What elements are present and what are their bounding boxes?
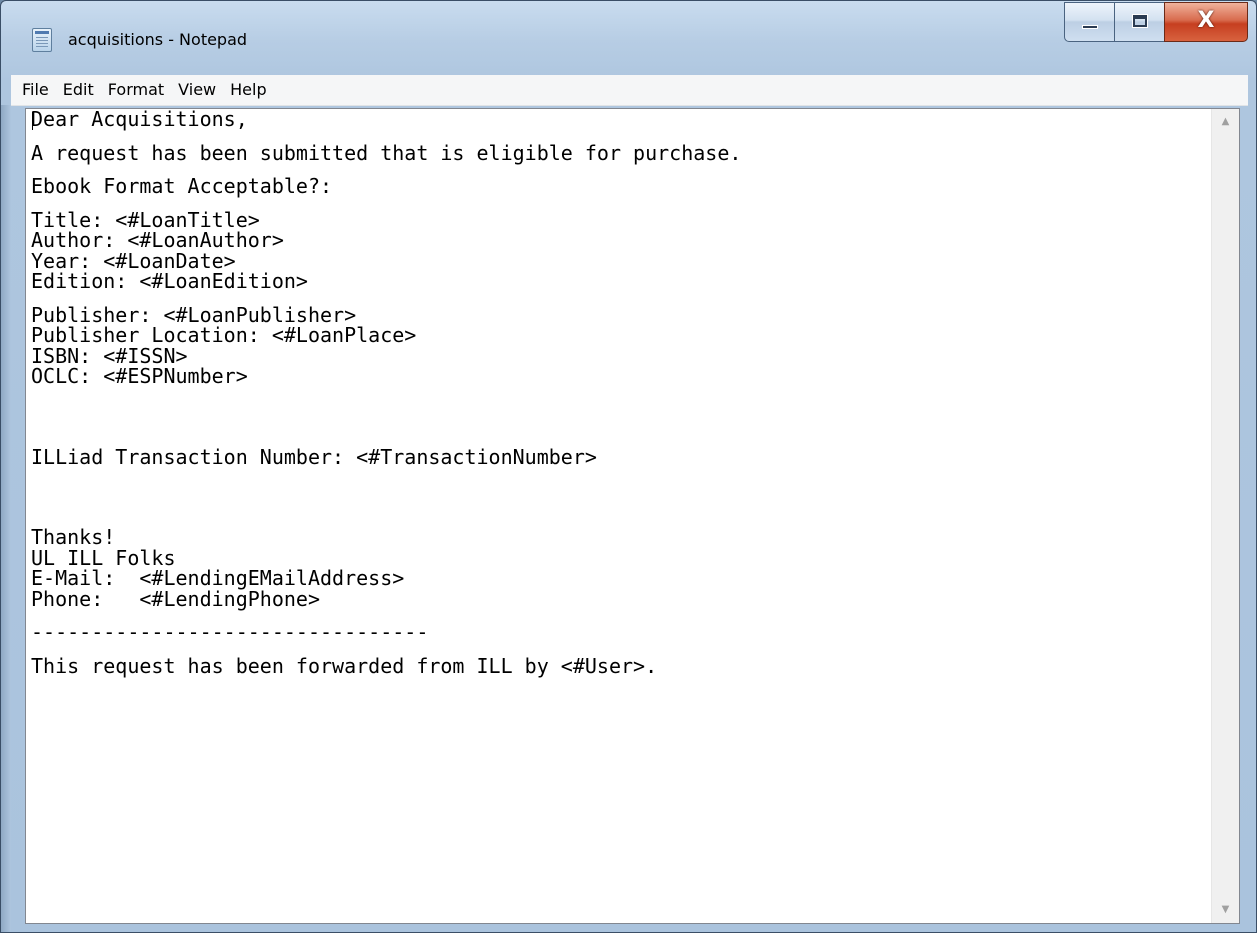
close-button[interactable]: X — [1164, 2, 1248, 42]
maximize-button[interactable] — [1114, 2, 1164, 42]
title-bar[interactable]: acquisitions - Notepad X — [1, 1, 1256, 75]
menu-file[interactable]: File — [15, 76, 56, 104]
text-line: Author: <#LoanAuthor> — [31, 228, 284, 252]
text-line: Publisher: <#LoanPublisher> — [31, 302, 357, 327]
menu-format[interactable]: Format — [101, 76, 171, 104]
menu-view[interactable]: View — [171, 76, 223, 104]
scroll-up-icon[interactable]: ▲ — [1212, 109, 1239, 135]
text-line — [31, 387, 1211, 417]
notepad-icon[interactable] — [32, 28, 52, 52]
menu-edit[interactable]: Edit — [56, 76, 101, 104]
text-line: OCLC: <#ESPNumber> — [31, 364, 248, 388]
text-line — [31, 497, 1211, 527]
minimize-button[interactable] — [1064, 2, 1114, 42]
text-line: UL ILL Folks — [31, 545, 176, 570]
text-line: Ebook Format Acceptable?: — [31, 174, 333, 198]
text-line: Phone: <#LendingPhone> — [31, 586, 320, 611]
text-line: ISBN: <#ISSN> — [31, 343, 188, 368]
window-frame-edge — [1, 105, 11, 932]
text-line — [31, 417, 1211, 447]
vertical-scrollbar[interactable]: ▲ ▼ — [1211, 109, 1239, 923]
text-caret — [32, 112, 33, 130]
text-line: Title: <#LoanTitle> — [31, 207, 260, 232]
scroll-down-icon[interactable]: ▼ — [1212, 897, 1239, 923]
close-icon: X — [1197, 8, 1215, 33]
text-line — [31, 467, 1211, 497]
text-line: Thanks! — [31, 525, 116, 549]
text-line: Year: <#LoanDate> — [31, 248, 236, 273]
caption-buttons: X — [1064, 2, 1248, 42]
text-line: This request has been forwarded from ILL… — [31, 653, 658, 678]
text-editor[interactable]: Dear Acquisitions, A request has been sub… — [25, 108, 1240, 924]
text-line: E-Mail: <#LendingEMailAddress> — [31, 566, 405, 590]
text-line: Publisher Location: <#LoanPlace> — [31, 323, 417, 347]
menu-help[interactable]: Help — [223, 76, 273, 104]
text-line: Edition: <#LoanEdition> — [31, 269, 308, 293]
minimize-icon — [1082, 25, 1098, 29]
text-line: A request has been submitted that is eli… — [31, 140, 742, 165]
window-title: acquisitions - Notepad — [68, 30, 248, 49]
text-line: --------------------------------- — [31, 620, 429, 644]
notepad-window: acquisitions - Notepad X File Edit Forma… — [0, 0, 1257, 933]
maximize-icon — [1133, 15, 1147, 27]
menu-bar: File Edit Format View Help — [11, 75, 1248, 106]
document-text[interactable]: Dear Acquisitions, A request has been sub… — [31, 109, 1211, 923]
text-line: ILLiad Transaction Number: <#Transaction… — [31, 444, 597, 469]
text-line: Dear Acquisitions, — [31, 109, 248, 131]
